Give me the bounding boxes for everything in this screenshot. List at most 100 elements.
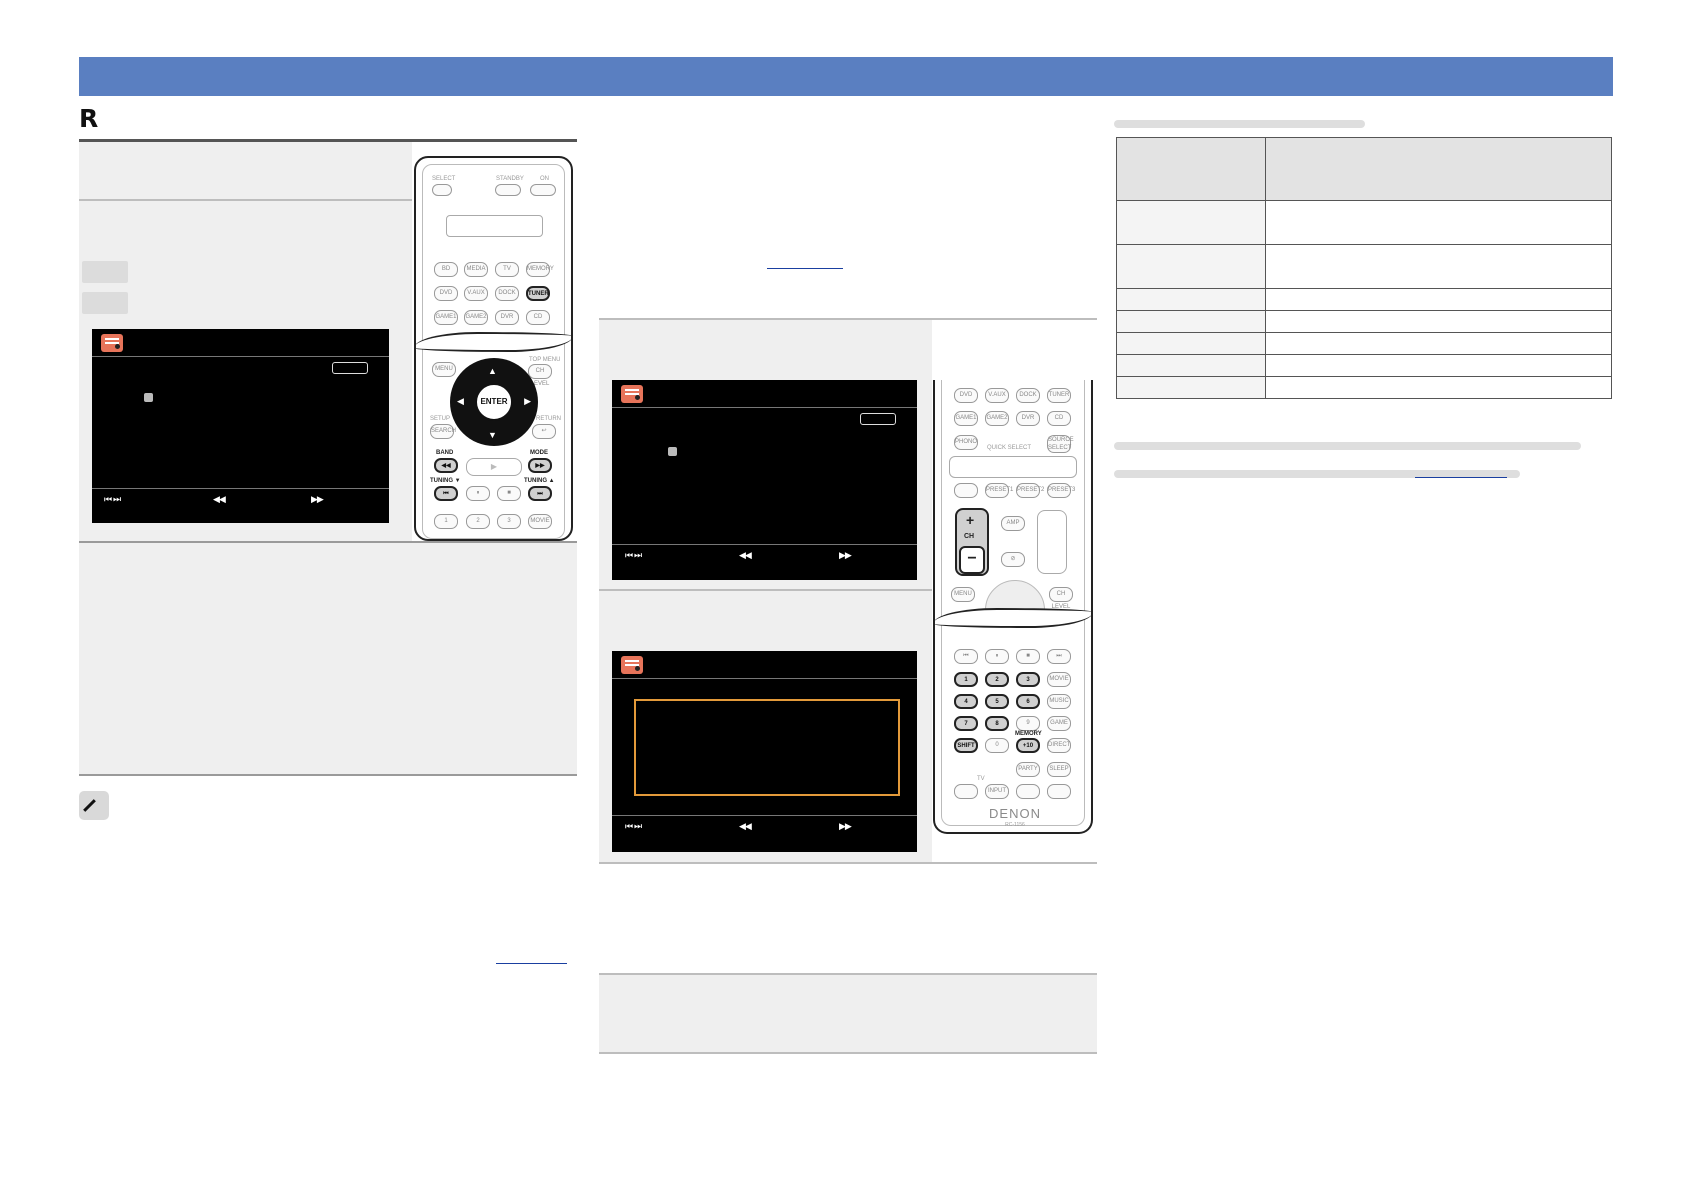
volume-rocker[interactable] xyxy=(1037,510,1067,574)
search-button[interactable]: SEARCH xyxy=(430,424,456,439)
stop-button[interactable]: ■ xyxy=(497,486,521,501)
dock-button[interactable]: DOCK xyxy=(1016,388,1040,403)
game2-button[interactable]: GAME2 xyxy=(464,310,488,325)
rewind-icon: ◀◀ xyxy=(739,822,752,832)
memory-label: MEMORY xyxy=(1015,731,1042,737)
tuner-button[interactable]: TUNER xyxy=(1047,388,1071,403)
page-reference-link[interactable] xyxy=(496,963,567,964)
right-arrow-icon[interactable]: ▶ xyxy=(524,396,531,407)
radio-icon xyxy=(621,656,643,674)
pause-button[interactable]: ⏸ xyxy=(466,486,490,501)
dvr-button[interactable]: DVR xyxy=(495,310,519,325)
page-reference-link[interactable] xyxy=(767,268,843,269)
tuning-up-button[interactable]: ⏭ xyxy=(528,486,552,501)
return-button[interactable]: ↩ xyxy=(532,424,556,439)
vaux-button[interactable]: V.AUX xyxy=(464,286,488,301)
pause-button[interactable]: ⏸ xyxy=(985,649,1009,664)
game2-button[interactable]: GAME2 xyxy=(985,411,1009,426)
play-button[interactable]: ▶ xyxy=(466,458,522,476)
ch-level-button[interactable]: CH LEVEL xyxy=(1049,587,1073,610)
cd-button[interactable]: CD xyxy=(1047,411,1071,426)
memory-source-button[interactable]: MEMORY xyxy=(526,262,554,277)
source-select-button[interactable]: SOURCE SELECT xyxy=(1047,435,1074,453)
section-rule xyxy=(79,774,577,776)
volume-up-button[interactable] xyxy=(1047,784,1071,799)
down-arrow-icon[interactable]: ▼ xyxy=(488,430,497,440)
dpad[interactable]: ENTER ▲ ▼ ◀ ▶ xyxy=(450,358,538,446)
movie-button[interactable]: MOVIE xyxy=(528,514,552,529)
phono-button[interactable]: PHONO xyxy=(954,435,978,450)
num-6-button[interactable]: 6 xyxy=(1016,694,1040,709)
tuning-up-button[interactable]: ⏭ xyxy=(1047,649,1071,664)
num-1-button[interactable]: 1 xyxy=(954,672,978,687)
ch-label: CH xyxy=(964,533,975,540)
dock-button[interactable]: DOCK xyxy=(495,286,519,301)
sleep-button[interactable]: SLEEP xyxy=(1047,762,1071,777)
game1-button[interactable]: GAME1 xyxy=(954,411,978,426)
direct-button[interactable]: DIRECT xyxy=(1047,738,1071,753)
channel-rocker[interactable]: + CH − xyxy=(955,508,989,576)
enter-button[interactable]: ENTER xyxy=(475,383,513,421)
denon-logo: DENON xyxy=(989,806,1041,821)
tuner-button[interactable]: TUNER xyxy=(526,286,550,301)
channel-down-icon[interactable]: − xyxy=(959,546,985,574)
game-button[interactable]: GAME xyxy=(1047,716,1071,731)
step-1-box xyxy=(79,142,412,199)
radio-icon xyxy=(621,385,643,403)
num-2-button[interactable]: 2 xyxy=(466,514,490,529)
game1-button[interactable]: GAME1 xyxy=(434,310,458,325)
amp-button[interactable]: AMP xyxy=(1001,516,1025,531)
on-label: ON xyxy=(540,176,549,182)
num-8-button[interactable]: 8 xyxy=(985,716,1009,731)
tv-power-button[interactable] xyxy=(954,784,978,799)
preset3-button[interactable]: PRESET3 xyxy=(1047,483,1075,498)
dvd-button[interactable]: DVD xyxy=(434,286,458,301)
band-label: BAND xyxy=(436,450,454,456)
tv-button[interactable]: TV xyxy=(495,262,519,277)
plus10-memory-button[interactable]: +10 xyxy=(1016,738,1040,753)
num-7-button[interactable]: 7 xyxy=(954,716,978,731)
num-1-button[interactable]: 1 xyxy=(434,514,458,529)
num-3-button[interactable]: 3 xyxy=(1016,672,1040,687)
mode-button[interactable]: ▶▶ xyxy=(528,458,552,473)
on-button[interactable] xyxy=(530,184,556,196)
num-9-button[interactable]: 9 xyxy=(1016,716,1040,731)
tuning-down-label: TUNING ▼ xyxy=(430,478,461,484)
ch-level-button[interactable]: CH LEVEL xyxy=(528,364,552,387)
select-button[interactable] xyxy=(432,184,452,196)
movie-button[interactable]: MOVIE xyxy=(1047,672,1071,687)
preset2-button[interactable]: PRESET2 xyxy=(1016,483,1044,498)
page-reference-link[interactable] xyxy=(1415,477,1507,478)
menu-button[interactable]: MENU xyxy=(951,587,975,602)
standby-button[interactable] xyxy=(495,184,521,196)
num-2-button[interactable]: 2 xyxy=(985,672,1009,687)
channel-up-icon[interactable]: + xyxy=(966,512,974,528)
vaux-button[interactable]: V.AUX xyxy=(985,388,1009,403)
preset1-button[interactable]: PRESET1 xyxy=(985,483,1013,498)
num-3-button[interactable]: 3 xyxy=(497,514,521,529)
band-button[interactable]: ◀◀ xyxy=(434,458,458,473)
stop-button[interactable]: ■ xyxy=(1016,649,1040,664)
menu-button[interactable]: MENU xyxy=(432,362,456,377)
tuning-down-button[interactable]: ⏮ xyxy=(434,486,458,501)
bd-button[interactable]: BD xyxy=(434,262,458,277)
tuning-down-button[interactable]: ⏮ xyxy=(954,649,978,664)
num-5-button[interactable]: 5 xyxy=(985,694,1009,709)
section-heading: R xyxy=(79,104,99,133)
left-arrow-icon[interactable]: ◀ xyxy=(457,396,464,407)
party-button[interactable]: PARTY xyxy=(1016,762,1040,777)
up-arrow-icon[interactable]: ▲ xyxy=(488,366,497,376)
dvr-button[interactable]: DVR xyxy=(1016,411,1040,426)
internet-radio-button[interactable] xyxy=(954,483,978,498)
cd-button[interactable]: CD xyxy=(526,310,550,325)
input-button[interactable]: INPUT xyxy=(985,784,1009,799)
shift-button[interactable]: SHIFT xyxy=(954,738,978,753)
dvd-button[interactable]: DVD xyxy=(954,388,978,403)
mute-button[interactable]: ⊘ xyxy=(1001,552,1025,567)
num-4-button[interactable]: 4 xyxy=(954,694,978,709)
volume-down-button[interactable] xyxy=(1016,784,1040,799)
music-button[interactable]: MUSIC xyxy=(1047,694,1071,709)
num-0-button[interactable]: 0 xyxy=(985,738,1009,753)
top-menu-label: TOP MENU xyxy=(529,357,561,363)
media-button[interactable]: MEDIA xyxy=(464,262,488,277)
